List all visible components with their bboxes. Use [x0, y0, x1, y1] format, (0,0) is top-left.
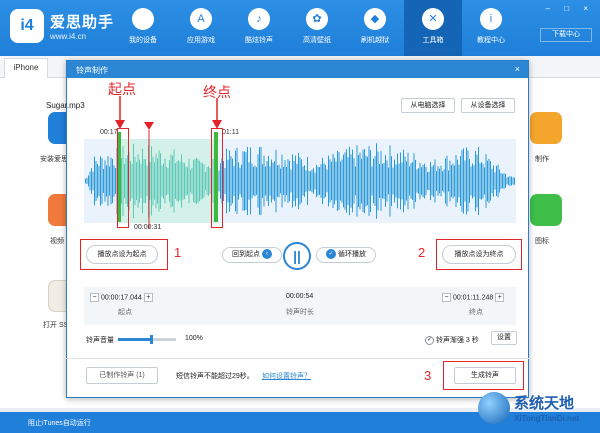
bell-icon: ♪ [248, 8, 270, 30]
playhead-time: 00:00:31 [134, 224, 162, 231]
pause-button[interactable]: || [283, 242, 311, 270]
annotation-box-start-marker [117, 128, 129, 228]
annotation-number-2: 2 [418, 245, 426, 260]
nav-my-device[interactable]: 我的设备 [114, 0, 172, 56]
nav-label: 酷炫铃声 [245, 37, 273, 44]
duration-label: 铃声时长 [286, 309, 314, 316]
annotation-box-2 [436, 239, 522, 270]
tools-icon: ✕ [422, 8, 444, 30]
nav-label: 高清壁纸 [303, 37, 331, 44]
nav-tutorials[interactable]: i 教程中心 [462, 0, 520, 56]
annotation-box-end-marker [211, 128, 223, 228]
apple-icon [132, 8, 154, 30]
app-logo: i4 [10, 9, 44, 43]
back-to-start-button[interactable]: 回到起点 ‹ [222, 247, 282, 263]
make-tool-icon[interactable] [530, 112, 562, 144]
nav-label: 刷机越狱 [361, 37, 389, 44]
how-to-link[interactable]: 如何设置铃声？ [262, 371, 311, 381]
start-time-label: 起点 [118, 309, 132, 316]
nav-toolbox[interactable]: ✕ 工具箱 [404, 0, 462, 56]
start-time-editor: − 00:00:17.044 + [90, 293, 153, 302]
check-icon: ✓ [326, 249, 337, 260]
volume-knob[interactable] [149, 335, 153, 344]
loop-play-toggle[interactable]: ✓ 循环播放 [316, 247, 376, 263]
watermark-title: 系统天地 [514, 395, 575, 412]
decrease-end-button[interactable]: − [442, 293, 451, 302]
volume-fill [118, 338, 150, 341]
annotation-number-3: 3 [424, 368, 432, 383]
made-ringtones-button[interactable]: 已制作铃声 (1) [86, 367, 158, 384]
annotation-arrow-start-icon [115, 96, 125, 129]
nav-wallpapers[interactable]: ✿ 高清壁纸 [288, 0, 346, 56]
tool-label: 打开 SS [43, 322, 69, 329]
window-controls[interactable]: – □ × [546, 4, 594, 13]
nav-flash[interactable]: ◆ 刷机越狱 [346, 0, 404, 56]
top-bar: i4 爱思助手 www.i4.cn 我的设备 A 应用游戏 ♪ 酷炫铃声 ✿ 高清壁纸… [0, 0, 600, 56]
nav-label: 教程中心 [477, 37, 505, 44]
main-nav: 我的设备 A 应用游戏 ♪ 酷炫铃声 ✿ 高清壁纸 ◆ 刷机越狱 ✕ 工具箱 i 教程中心 [114, 0, 520, 56]
decrease-start-button[interactable]: − [90, 293, 99, 302]
end-marker-time: 01:11 [222, 129, 239, 136]
icon-tool-icon[interactable] [530, 194, 562, 226]
info-icon: i [480, 8, 502, 30]
duration-value: 00:00:54 [286, 293, 314, 300]
app-store-icon: A [190, 8, 212, 30]
globe-icon [478, 392, 510, 424]
annotation-number-1: 1 [174, 245, 182, 260]
end-time-label: 终点 [469, 309, 483, 316]
dropbox-icon: ◆ [364, 8, 386, 30]
end-time-value[interactable]: 00:01:11.248 [453, 294, 493, 301]
annotation-box-1 [80, 239, 168, 270]
volume-percent: 100% [185, 335, 203, 342]
brand-site: www.i4.cn [50, 32, 87, 41]
pause-icon: || [293, 248, 301, 264]
playhead[interactable] [143, 121, 155, 231]
select-from-pc-button[interactable]: 从电脑选择 [401, 98, 455, 113]
watermark-site: XiTongTianDi.net [514, 414, 580, 423]
volume-label: 铃声音量 [86, 337, 114, 344]
start-time-value[interactable]: 00:00:17.044 [101, 294, 142, 301]
download-center-button[interactable]: 下载中心 [540, 28, 592, 42]
loop-play-label: 循环播放 [337, 251, 366, 258]
file-name: Sugar.mp3 [46, 101, 85, 110]
fade-check-icon: ✓ [425, 335, 434, 345]
block-itunes-toggle[interactable]: 阻止iTunes自动运行 [28, 420, 91, 427]
increase-end-button[interactable]: + [495, 293, 505, 302]
annotation-box-3 [443, 361, 524, 390]
dialog-title: 铃声制作 [76, 66, 108, 75]
fade-label: 铃声渐强 3 秒 [435, 337, 479, 344]
end-time-editor: − 00:01:11.248 + [442, 293, 505, 302]
start-marker-time: 00:17 [100, 129, 118, 136]
flower-icon: ✿ [306, 8, 328, 30]
annotation-arrow-end-icon [212, 98, 222, 129]
volume-slider[interactable] [118, 335, 176, 344]
increase-start-button[interactable]: + [143, 293, 153, 302]
nav-label: 我的设备 [129, 37, 157, 44]
dialog-title-bar: 铃声制作 × [67, 61, 528, 78]
close-icon[interactable]: × [515, 64, 520, 74]
tab-iphone[interactable]: iPhone [4, 58, 48, 78]
tool-label: 视频 [50, 238, 64, 245]
nav-label: 应用游戏 [187, 37, 215, 44]
brand-name: 爱思助手 [50, 14, 115, 31]
tool-label: 图标 [535, 238, 549, 245]
arrow-left-icon: ‹ [261, 249, 272, 260]
playhead-triangle-icon [144, 122, 154, 130]
watermark: 系统天地 XiTongTianDi.net [478, 390, 598, 430]
settings-button[interactable]: 设置 [491, 331, 517, 345]
tool-label: 安装爱思 [40, 156, 68, 163]
back-to-start-label: 回到起点 [232, 251, 261, 258]
nav-apps[interactable]: A 应用游戏 [172, 0, 230, 56]
nav-label: 工具箱 [422, 37, 444, 44]
nav-ringtones[interactable]: ♪ 酷炫铃声 [230, 0, 288, 56]
select-from-device-button[interactable]: 从设备选择 [461, 98, 515, 113]
fade-option[interactable]: ✓ 铃声渐强 3 秒 [425, 335, 479, 345]
footer-divider [66, 358, 529, 359]
tool-label: 制作 [535, 156, 549, 163]
sms-note: 短信铃声不能超过29秒。 [176, 373, 254, 380]
